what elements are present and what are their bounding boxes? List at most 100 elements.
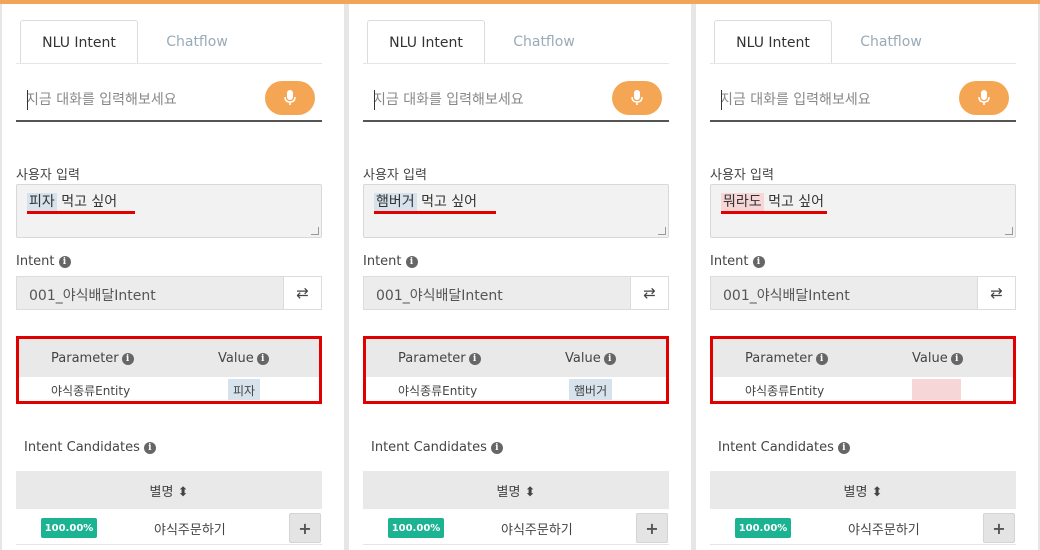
alias-sort-label: 별명 ⬍ xyxy=(149,484,189,500)
info-icon[interactable]: i xyxy=(950,352,963,365)
parameter-name: 야식종류Entity xyxy=(745,384,825,398)
microphone-icon xyxy=(284,90,296,105)
alias-sort-label: 별명 ⬍ xyxy=(496,484,536,500)
swap-button[interactable]: ⇄ xyxy=(630,276,669,310)
info-icon[interactable]: i xyxy=(121,352,134,365)
alias-column-header[interactable]: 별명 ⬍ xyxy=(363,471,669,509)
tab-nlu-intent[interactable]: NLU Intent xyxy=(20,20,138,64)
candidate-name: 야식주문하기 xyxy=(154,523,226,538)
tab-divider xyxy=(363,63,669,64)
intent-field: 001_야식배달Intent xyxy=(363,276,630,310)
value-header: Value xyxy=(912,351,948,366)
user-text: 먹고 싶어 xyxy=(763,194,825,210)
tab-divider xyxy=(710,63,1016,64)
parameter-name: 야식종류Entity xyxy=(51,384,131,398)
add-candidate-button[interactable]: + xyxy=(289,513,321,543)
swap-icon: ⇄ xyxy=(643,284,656,302)
swap-icon: ⇄ xyxy=(296,284,309,302)
value-header: Value xyxy=(218,351,254,366)
intent-field: 001_야식배달Intent xyxy=(710,276,977,310)
candidate-name: 야식주문하기 xyxy=(501,523,573,538)
intent-label-text: Intent xyxy=(16,254,55,269)
intent-label-text: Intent xyxy=(363,254,402,269)
text-caret xyxy=(721,90,722,110)
info-icon[interactable]: i xyxy=(256,352,269,365)
info-icon[interactable]: i xyxy=(837,441,850,454)
nlu-panel-1: NLU Intent Chatflow 사용자 입력 피자 먹고 싶어 Inte… xyxy=(2,4,344,550)
microphone-icon xyxy=(631,90,643,105)
user-input-box[interactable]: 피자 먹고 싶어 xyxy=(16,184,322,238)
plus-icon: + xyxy=(992,518,1006,538)
alias-column-header[interactable]: 별명 ⬍ xyxy=(710,471,1016,509)
user-input-label: 사용자 입력 xyxy=(710,168,774,183)
parameter-table-header: Parameter i Value i xyxy=(19,339,319,377)
tab-chatflow[interactable]: Chatflow xyxy=(836,20,946,64)
tab-chatflow[interactable]: Chatflow xyxy=(489,20,599,64)
parameter-table: Parameter i Value i 야식종류Entity 햄버거 xyxy=(363,336,669,404)
intent-field: 001_야식배달Intent xyxy=(16,276,283,310)
entity-highlight: 뭐라도 xyxy=(721,193,764,211)
user-text: 먹고 싶어 xyxy=(416,194,478,210)
user-input-box[interactable]: 뭐라도 먹고 싶어 xyxy=(710,184,1016,238)
intent-candidates-label: Intent Candidates i xyxy=(24,440,156,455)
intent-candidates-label: Intent Candidates i xyxy=(371,440,503,455)
parameter-name: 야식종류Entity xyxy=(398,384,478,398)
red-underline-annotation xyxy=(27,211,135,214)
parameter-table: Parameter i Value i 야식종류Entity xyxy=(710,336,1016,404)
intent-label: Intent i xyxy=(363,254,418,269)
info-icon[interactable]: i xyxy=(58,255,71,268)
add-candidate-button[interactable]: + xyxy=(983,513,1015,543)
red-underline-annotation xyxy=(374,211,496,214)
info-icon[interactable]: i xyxy=(752,255,765,268)
swap-button[interactable]: ⇄ xyxy=(283,276,322,310)
parameter-table-header: Parameter i Value i xyxy=(366,339,666,377)
resize-grip[interactable] xyxy=(1005,227,1013,235)
info-icon[interactable]: i xyxy=(405,255,418,268)
candidate-name: 야식주문하기 xyxy=(848,523,920,538)
tab-nlu-intent[interactable]: NLU Intent xyxy=(367,20,485,64)
mic-button[interactable] xyxy=(265,81,315,115)
parameter-header: Parameter xyxy=(398,351,466,366)
text-caret xyxy=(374,90,375,110)
entity-highlight: 햄버거 xyxy=(374,193,417,211)
intent-candidates-text: Intent Candidates xyxy=(718,440,834,455)
info-icon[interactable]: i xyxy=(143,441,156,454)
parameter-value: 피자 xyxy=(228,379,261,400)
intent-candidates-label: Intent Candidates i xyxy=(718,440,850,455)
parameter-row: 야식종류Entity 햄버거 xyxy=(366,377,666,401)
nlu-panel-2: NLU Intent Chatflow 사용자 입력 햄버거 먹고 싶어 Int… xyxy=(349,4,691,550)
parameter-header: Parameter xyxy=(51,351,119,366)
info-icon[interactable]: i xyxy=(815,352,828,365)
candidate-row: 100.00% 야식주문하기 + xyxy=(363,509,669,545)
mic-button[interactable] xyxy=(612,81,662,115)
info-icon[interactable]: i xyxy=(468,352,481,365)
user-input-label: 사용자 입력 xyxy=(363,168,427,183)
add-candidate-button[interactable]: + xyxy=(636,513,668,543)
resize-grip[interactable] xyxy=(658,227,666,235)
plus-icon: + xyxy=(645,518,659,538)
score-badge: 100.00% xyxy=(41,518,97,538)
parameter-row: 야식종류Entity xyxy=(713,377,1013,401)
user-input-box[interactable]: 햄버거 먹고 싶어 xyxy=(363,184,669,238)
tab-chatflow[interactable]: Chatflow xyxy=(142,20,252,64)
info-icon[interactable]: i xyxy=(490,441,503,454)
mic-button[interactable] xyxy=(959,81,1009,115)
swap-button[interactable]: ⇄ xyxy=(977,276,1016,310)
user-input-label: 사용자 입력 xyxy=(16,168,80,183)
candidate-row: 100.00% 야식주문하기 + xyxy=(710,509,1016,545)
swap-icon: ⇄ xyxy=(990,284,1003,302)
resize-grip[interactable] xyxy=(311,227,319,235)
user-text: 먹고 싶어 xyxy=(56,194,118,210)
red-underline-annotation xyxy=(721,211,827,214)
text-caret xyxy=(27,90,28,110)
score-badge: 100.00% xyxy=(388,518,444,538)
tab-nlu-intent[interactable]: NLU Intent xyxy=(714,20,832,64)
intent-candidates-text: Intent Candidates xyxy=(24,440,140,455)
parameter-header: Parameter xyxy=(745,351,813,366)
value-header: Value xyxy=(565,351,601,366)
parameter-value: 햄버거 xyxy=(569,379,613,400)
alias-column-header[interactable]: 별명 ⬍ xyxy=(16,471,322,509)
parameter-value-empty xyxy=(912,379,961,400)
info-icon[interactable]: i xyxy=(603,352,616,365)
entity-highlight: 피자 xyxy=(27,193,57,211)
